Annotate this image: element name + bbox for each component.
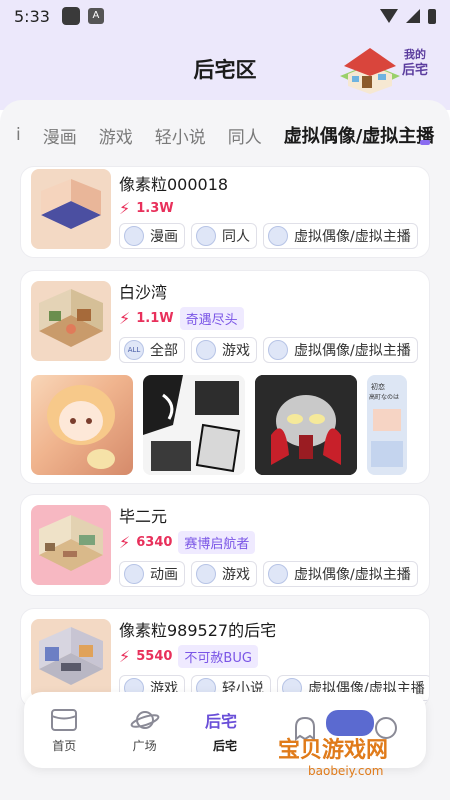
tab-tongren[interactable]: 同人 [228, 123, 262, 148]
signal-icon [406, 9, 420, 23]
category-icon [196, 226, 216, 246]
heat-icon: ⚡ [119, 532, 131, 552]
gallery-caption: 高町なのは [369, 393, 399, 401]
tab-qingxiaoshuo[interactable]: 轻小说 [155, 123, 206, 148]
category-icon [268, 226, 288, 246]
houzhai-icon: 后宅 [205, 712, 237, 731]
category-icon [124, 226, 144, 246]
gallery-image[interactable]: 初恋 高町なのは [367, 375, 407, 475]
houzhai-card[interactable]: 毕二元 ⚡ 6340 赛博启航者 动画 游戏 虚拟偶像/虚拟主播 [20, 494, 430, 596]
tab-manhua[interactable]: 漫画 [43, 123, 77, 148]
category-tag[interactable]: ALL 全部 [119, 337, 185, 363]
heat-icon: ⚡ [119, 198, 131, 218]
status-bar: 5:33 A [0, 0, 450, 32]
svg-text:后宅: 后宅 [205, 712, 237, 731]
planet-icon [130, 710, 159, 729]
room-thumbnail[interactable] [31, 169, 111, 249]
category-icon [268, 564, 288, 584]
status-time: 5:33 [14, 6, 50, 26]
category-icon [196, 340, 216, 360]
nav-houzhai[interactable]: 后宅 后宅 [185, 692, 265, 768]
watermark-url: baobeiy.com [308, 764, 384, 778]
logo-text: 我的 后宅 [402, 47, 428, 78]
houzhai-card[interactable]: 像素粒000018 ⚡ 1.3W 漫画 同人 虚拟偶像/虚拟主播 [20, 166, 430, 258]
nav-home-label: 首页 [52, 738, 77, 753]
heat-count: 1.1W [136, 310, 174, 326]
title-badge: 赛博启航者 [178, 530, 256, 554]
title-badge: 奇遇尽头 [179, 306, 244, 330]
gallery-image[interactable] [31, 375, 133, 475]
gallery-caption: 初恋 [371, 382, 385, 391]
nav-square[interactable]: 广场 [104, 692, 184, 768]
category-tag[interactable]: 虚拟偶像/虚拟主播 [263, 223, 418, 249]
heat-count: 6340 [136, 534, 173, 550]
wifi-icon [380, 9, 398, 23]
houzhai-card[interactable]: 白沙湾 ⚡ 1.1W 奇遇尽头 ALL 全部 游戏 虚拟偶像/虚拟主播 初恋 高… [20, 270, 430, 484]
page-header: 后宅区 我的 后宅 [0, 32, 450, 110]
all-icon: ALL [124, 340, 144, 360]
battery-icon [428, 8, 436, 24]
title-badge: 不可赦BUG [178, 644, 258, 668]
nav-houzhai-label: 后宅 [213, 738, 238, 753]
heat-count: 1.3W [136, 200, 174, 216]
category-tabs: i 漫画 游戏 轻小说 同人 虚拟偶像/虚拟主播 [0, 104, 450, 166]
category-icon [268, 340, 288, 360]
category-tag[interactable]: 动画 [119, 561, 185, 587]
home-icon [51, 708, 78, 731]
card-owner-name: 像素粒989527的后宅 [119, 621, 277, 640]
category-tag[interactable]: 游戏 [191, 337, 257, 363]
category-tag[interactable]: 漫画 [119, 223, 185, 249]
my-houzhai-logo[interactable]: 我的 后宅 [326, 36, 436, 102]
svg-text:我的: 我的 [404, 47, 426, 61]
card-owner-name: 白沙湾 [119, 283, 168, 302]
category-tag[interactable]: 虚拟偶像/虚拟主播 [263, 561, 418, 587]
card-owner-name: 毕二元 [119, 507, 168, 526]
room-thumbnail[interactable] [31, 505, 111, 585]
category-tag[interactable]: 同人 [191, 223, 257, 249]
image-gallery: 初恋 高町なのは [31, 375, 407, 475]
tab-youxi[interactable]: 游戏 [99, 123, 133, 148]
svg-text:后宅: 后宅 [402, 62, 428, 78]
heat-icon: ⚡ [119, 646, 131, 666]
nav-square-label: 广场 [132, 738, 157, 753]
heat-count: 5540 [136, 648, 173, 664]
room-thumbnail[interactable] [31, 619, 111, 699]
video-icon [124, 564, 144, 584]
notification-icon [61, 7, 80, 25]
category-tag[interactable]: 虚拟偶像/虚拟主播 [263, 337, 418, 363]
app-notification-icon: A [87, 8, 104, 24]
watermark-text: 宝贝游戏网 [278, 738, 389, 763]
watermark: 宝贝游戏网 baobeiy.com [272, 710, 432, 784]
nav-home[interactable]: 首页 [24, 692, 104, 768]
heat-icon: ⚡ [119, 308, 131, 328]
gallery-image[interactable] [143, 375, 245, 475]
active-tab-indicator [420, 140, 430, 145]
card-owner-name: 像素粒000018 [119, 175, 229, 194]
room-thumbnail[interactable] [31, 281, 111, 361]
tab-vtuber[interactable]: 虚拟偶像/虚拟主播 [284, 122, 435, 148]
category-tag[interactable]: 游戏 [191, 561, 257, 587]
gallery-image[interactable] [255, 375, 357, 475]
tab-partial[interactable]: i [16, 125, 21, 145]
category-icon [196, 564, 216, 584]
